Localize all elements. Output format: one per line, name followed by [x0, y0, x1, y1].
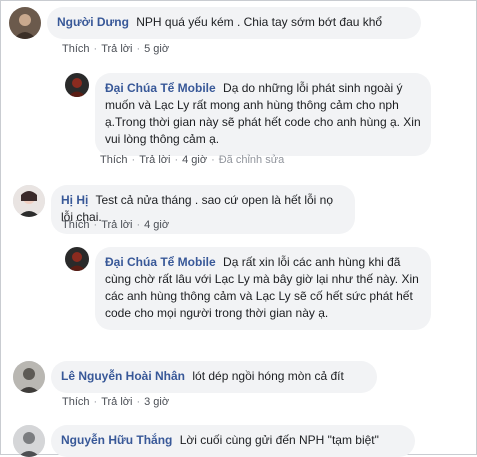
comment-bubble: Người Dưng NPH quá yếu kém . Chia tay sớ…	[47, 7, 421, 39]
timestamp[interactable]: 5 giờ	[144, 43, 169, 55]
avatar[interactable]	[13, 425, 45, 457]
comment-item: Người Dưng NPH quá yếu kém . Chia tay sớ…	[9, 7, 421, 39]
timestamp[interactable]: 4 giờ	[182, 154, 207, 166]
comment-author[interactable]: Đại Chúa Tể Mobile	[105, 255, 216, 269]
reply-link[interactable]: Trả lời	[101, 219, 132, 231]
comment-actions: Thích · Trả lời · 3 giờ	[62, 396, 170, 408]
like-link[interactable]: Thích	[100, 154, 128, 166]
comment-text: lót dép ngồi hóng mòn cả đít	[192, 369, 344, 383]
comment-section: Người Dưng NPH quá yếu kém . Chia tay sớ…	[0, 0, 477, 457]
avatar[interactable]	[13, 361, 45, 393]
timestamp[interactable]: 4 giờ	[144, 219, 169, 231]
reply-link[interactable]: Trả lời	[101, 43, 132, 55]
comment-author[interactable]: Lê Nguyễn Hoài Nhân	[61, 369, 185, 383]
comment-item: Lê Nguyễn Hoài Nhân lót dép ngồi hóng mò…	[13, 361, 377, 393]
edited-label[interactable]: Đã chỉnh sửa	[219, 154, 284, 166]
like-link[interactable]: Thích	[62, 43, 90, 55]
comment-bubble: Đại Chúa Tể Mobile Dạ rất xin lỗi các an…	[95, 247, 431, 330]
comment-bubble: Nguyễn Hữu Thắng Lời cuối cùng gửi đến N…	[51, 425, 415, 457]
comment-bubble: Lê Nguyễn Hoài Nhân lót dép ngồi hóng mò…	[51, 361, 377, 393]
avatar[interactable]	[9, 7, 41, 39]
avatar[interactable]	[65, 73, 89, 97]
comment-text: Lời cuối cùng gửi đến NPH "tạm biệt"	[179, 433, 379, 447]
reply-item: Đại Chúa Tể Mobile Dạ do những lỗi phát …	[65, 73, 431, 156]
comment-author[interactable]: Đại Chúa Tể Mobile	[105, 81, 216, 95]
comment-author[interactable]: Hị Hị	[61, 193, 88, 207]
reply-link[interactable]: Trả lời	[101, 396, 132, 408]
comment-actions: Thích · Trả lời · 5 giờ	[62, 43, 170, 55]
comment-bubble: Đại Chúa Tể Mobile Dạ do những lỗi phát …	[95, 73, 431, 156]
avatar[interactable]	[13, 185, 45, 217]
like-link[interactable]: Thích	[62, 396, 90, 408]
comment-item: Nguyễn Hữu Thắng Lời cuối cùng gửi đến N…	[13, 425, 415, 457]
comment-actions: Thích · Trả lời · 4 giờ	[62, 219, 170, 231]
avatar[interactable]	[65, 247, 89, 271]
comment-text: NPH quá yếu kém . Chia tay sớm bớt đau k…	[136, 15, 383, 29]
comment-author[interactable]: Người Dưng	[57, 15, 129, 29]
comment-actions: Thích · Trả lời · 4 giờ · Đã chỉnh sửa	[100, 154, 285, 166]
reply-link[interactable]: Trả lời	[139, 154, 170, 166]
comment-author[interactable]: Nguyễn Hữu Thắng	[61, 433, 172, 447]
timestamp[interactable]: 3 giờ	[144, 396, 169, 408]
reply-item: Đại Chúa Tể Mobile Dạ rất xin lỗi các an…	[65, 247, 431, 330]
like-link[interactable]: Thích	[62, 219, 90, 231]
